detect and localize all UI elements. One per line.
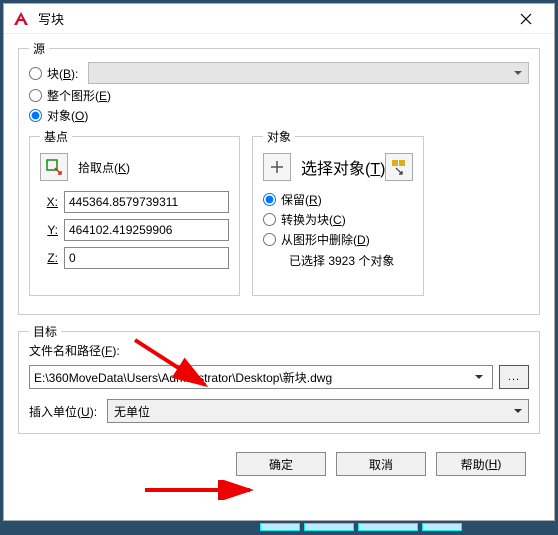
autocad-icon <box>12 10 30 28</box>
titlebar: 写块 <box>4 4 554 34</box>
selection-status: 已选择 3923 个对象 <box>289 252 413 269</box>
radio-entire-label: 整个图形(E) <box>47 87 111 104</box>
button-bar: 确定 取消 帮助(H) <box>18 442 540 476</box>
radio-retain-label: 保留(R) <box>281 191 322 208</box>
path-label: 文件名和路径(F): <box>29 342 529 359</box>
plus-icon <box>268 158 286 176</box>
z-input[interactable] <box>64 247 229 269</box>
destination-legend: 目标 <box>29 323 61 340</box>
source-legend: 源 <box>29 40 49 57</box>
radio-block-label: 块(B): <box>47 65 78 82</box>
unit-label: 插入单位(U): <box>29 403 97 420</box>
x-label: X: <box>40 195 58 209</box>
close-button[interactable] <box>506 4 546 33</box>
cancel-button[interactable]: 取消 <box>336 452 426 476</box>
radio-convert[interactable] <box>263 213 276 226</box>
unit-dropdown[interactable]: 无单位 <box>107 399 529 423</box>
radio-block[interactable] <box>29 67 42 80</box>
pick-point-label: 拾取点(K) <box>78 159 130 176</box>
unit-value: 无单位 <box>114 403 150 420</box>
basepoint-legend: 基点 <box>40 128 72 145</box>
radio-delete[interactable] <box>263 233 276 246</box>
ok-button[interactable]: 确定 <box>236 452 326 476</box>
objects-legend: 对象 <box>263 128 295 145</box>
chevron-down-icon <box>514 406 522 417</box>
y-input[interactable] <box>64 219 229 241</box>
chevron-down-icon <box>470 366 488 388</box>
radio-entire-drawing[interactable] <box>29 89 42 102</box>
destination-group: 目标 文件名和路径(F): E:\360MoveData\Users\Admin… <box>18 323 540 434</box>
radio-objects-label: 对象(O) <box>47 107 88 124</box>
pick-point-icon <box>45 158 63 176</box>
source-group: 源 块(B): 整个图形(E) 对象(O) 基点 <box>18 40 540 315</box>
path-value: E:\360MoveData\Users\Administrator\Deskt… <box>34 369 332 386</box>
pick-point-button[interactable] <box>40 153 68 181</box>
radio-objects[interactable] <box>29 109 42 122</box>
dialog-title: 写块 <box>38 9 64 28</box>
quick-select-button[interactable] <box>385 153 413 181</box>
wblock-dialog: 写块 源 块(B): 整个图形(E) 对象(O) 基点 <box>3 3 555 521</box>
objects-group: 对象 选择对象(T) 保留( <box>252 128 424 296</box>
radio-convert-label: 转换为块(C) <box>281 211 346 228</box>
x-input[interactable] <box>64 191 229 213</box>
select-objects-label: 选择对象(T) <box>301 155 385 179</box>
dialog-content: 源 块(B): 整个图形(E) 对象(O) 基点 <box>4 34 554 482</box>
help-button[interactable]: 帮助(H) <box>436 452 526 476</box>
y-label: Y: <box>40 223 58 237</box>
select-objects-button[interactable] <box>263 153 291 181</box>
quick-select-icon <box>390 158 408 176</box>
path-combobox[interactable]: E:\360MoveData\Users\Administrator\Deskt… <box>29 365 493 389</box>
radio-delete-label: 从图形中删除(D) <box>281 231 370 248</box>
close-icon <box>520 13 532 25</box>
radio-retain[interactable] <box>263 193 276 206</box>
basepoint-group: 基点 拾取点(K) X: Y: <box>29 128 240 296</box>
background-strip <box>0 523 558 535</box>
block-name-dropdown[interactable] <box>88 62 529 84</box>
z-label: Z: <box>40 251 58 265</box>
browse-button[interactable]: ... <box>499 365 529 389</box>
